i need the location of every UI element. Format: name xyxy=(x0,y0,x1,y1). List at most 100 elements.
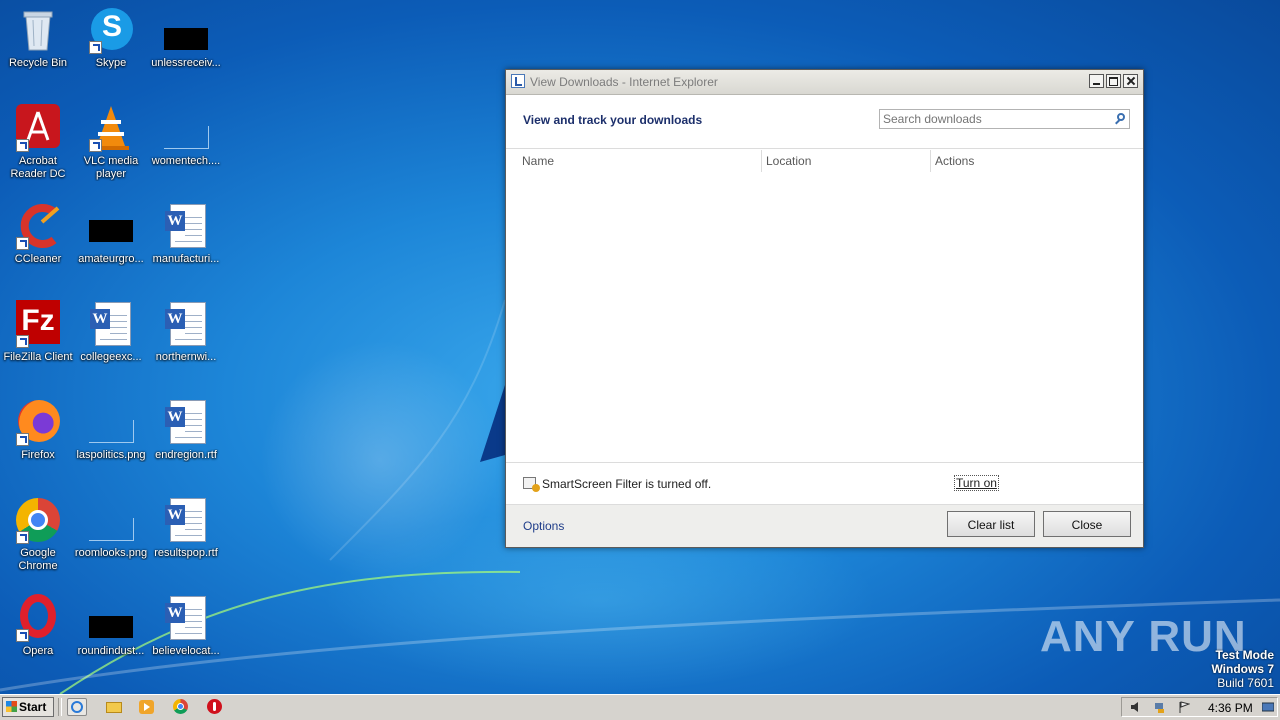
minimize-button[interactable] xyxy=(1089,74,1104,88)
desktop-icon-file[interactable]: amateurgro... xyxy=(73,202,149,266)
divider xyxy=(506,148,1143,149)
column-header-name[interactable]: Name xyxy=(522,154,554,168)
media-player-icon[interactable] xyxy=(137,698,157,716)
skype-icon: S xyxy=(87,6,135,54)
options-link[interactable]: Options xyxy=(523,519,564,533)
opera-icon[interactable] xyxy=(205,698,225,716)
black-thumbnail-icon xyxy=(162,6,210,54)
desktop-icon-file[interactable]: W believelocat... xyxy=(148,594,224,658)
desktop-icon-vlc[interactable]: VLC media player xyxy=(73,104,149,181)
desktop-icon-label: Acrobat Reader DC xyxy=(10,155,66,180)
desktop-icon-label: Recycle Bin xyxy=(8,57,68,69)
smartscreen-warning-icon xyxy=(523,477,540,492)
desktop-icon-chrome[interactable]: Google Chrome xyxy=(0,496,76,573)
word-document-icon: W xyxy=(162,202,210,250)
desktop-icon-file[interactable]: roomlooks.png xyxy=(73,496,149,560)
network-icon[interactable] xyxy=(1154,701,1166,713)
desktop-icon-recycle-bin[interactable]: Recycle Bin xyxy=(0,6,76,70)
show-desktop-icon[interactable] xyxy=(1261,701,1275,713)
chrome-icon xyxy=(14,496,62,544)
view-downloads-dialog: View Downloads - Internet Explorer View … xyxy=(505,69,1144,548)
internet-explorer-icon[interactable] xyxy=(67,698,87,716)
desktop-icon-label: FileZilla Client xyxy=(3,351,73,363)
search-input[interactable] xyxy=(883,111,1105,127)
desktop-icon-label: CCleaner xyxy=(14,253,62,265)
shortcut-arrow-icon xyxy=(16,629,29,642)
close-button[interactable]: Close xyxy=(1043,511,1131,537)
desktop-icon-skype[interactable]: S Skype xyxy=(73,6,149,70)
firefox-icon xyxy=(14,398,62,446)
search-icon[interactable] xyxy=(1117,113,1125,121)
black-thumbnail-icon xyxy=(87,202,135,250)
desktop-icon-label: Skype xyxy=(95,57,127,69)
desktop-icon-file[interactable]: womentech.... xyxy=(148,104,224,168)
column-header-actions[interactable]: Actions xyxy=(935,154,974,168)
desktop-icon-file[interactable]: roundindust... xyxy=(73,594,149,658)
build-label: Build 7601 xyxy=(1217,676,1274,690)
shortcut-arrow-icon xyxy=(16,237,29,250)
word-document-icon: W xyxy=(162,398,210,446)
shortcut-arrow-icon xyxy=(16,139,29,152)
shortcut-arrow-icon xyxy=(16,335,29,348)
desktop-icon-label: believelocat... xyxy=(152,645,220,657)
column-separator[interactable] xyxy=(761,150,762,172)
desktop-icon-file[interactable]: unlessreceiv... xyxy=(148,6,224,70)
test-mode-label: Test Mode xyxy=(1215,648,1274,662)
desktop-icon-firefox[interactable]: Firefox xyxy=(0,398,76,462)
desktop-icon-file[interactable]: W endregion.rtf xyxy=(148,398,224,462)
close-window-button[interactable] xyxy=(1123,74,1138,88)
image-thumbnail-icon xyxy=(87,398,135,446)
system-tray: 4:36 PM xyxy=(1121,697,1278,717)
column-header-location[interactable]: Location xyxy=(766,154,811,168)
search-box[interactable] xyxy=(879,109,1130,129)
word-document-icon: W xyxy=(162,594,210,642)
desktop-icon-file[interactable]: W northernwi... xyxy=(148,300,224,364)
shortcut-arrow-icon xyxy=(16,531,29,544)
word-document-icon: W xyxy=(162,496,210,544)
desktop-icon-opera[interactable]: Opera xyxy=(0,594,76,658)
turn-on-link[interactable]: Turn on xyxy=(954,475,999,491)
column-separator[interactable] xyxy=(930,150,931,172)
volume-icon[interactable] xyxy=(1130,701,1142,713)
dialog-title: View Downloads - Internet Explorer xyxy=(530,75,718,89)
word-document-icon: W xyxy=(87,300,135,348)
desktop-icon-file[interactable]: laspolitics.png xyxy=(73,398,149,462)
shortcut-arrow-icon xyxy=(16,433,29,446)
recycle-bin-icon xyxy=(14,6,62,54)
explorer-icon[interactable] xyxy=(104,698,124,716)
download-manager-icon xyxy=(511,74,525,88)
desktop-icon-label: womentech.... xyxy=(151,155,221,167)
action-center-flag-icon[interactable] xyxy=(1178,701,1191,713)
desktop-icon-label: collegeexc... xyxy=(80,351,142,363)
desktop-icon-ccleaner[interactable]: CCleaner xyxy=(0,202,76,266)
desktop-icon-label: roundindust... xyxy=(77,645,145,657)
test-mode-notice: Test Mode Windows 7 Build 7601 xyxy=(1211,648,1274,690)
word-document-icon: W xyxy=(162,300,210,348)
start-label: Start xyxy=(19,700,47,714)
ccleaner-icon xyxy=(14,202,62,250)
windows-logo-icon xyxy=(6,701,17,712)
dialog-titlebar[interactable]: View Downloads - Internet Explorer xyxy=(506,70,1143,95)
desktop-icon-acrobat[interactable]: Acrobat Reader DC xyxy=(0,104,76,181)
start-button[interactable]: Start xyxy=(2,697,54,717)
desktop-icon-label: amateurgro... xyxy=(78,253,144,265)
dialog-button-bar: Options Clear list Close xyxy=(506,504,1143,547)
desktop-icon-file[interactable]: W manufacturi... xyxy=(148,202,224,266)
image-thumbnail-icon xyxy=(162,104,210,152)
downloads-list[interactable] xyxy=(506,174,1143,460)
smartscreen-status: SmartScreen Filter is turned off. xyxy=(542,477,712,491)
clock[interactable]: 4:36 PM xyxy=(1208,701,1253,715)
desktop-icon-file[interactable]: W resultspop.rtf xyxy=(148,496,224,560)
maximize-button[interactable] xyxy=(1106,74,1121,88)
desktop-icon-filezilla[interactable]: Fz FileZilla Client xyxy=(0,300,76,364)
clear-list-button[interactable]: Clear list xyxy=(947,511,1035,537)
taskbar: Start 4:36 PM xyxy=(0,694,1280,720)
desktop-icon-label: roomlooks.png xyxy=(74,547,148,559)
desktop-icon-file[interactable]: W collegeexc... xyxy=(73,300,149,364)
desktop-icon-label: Opera xyxy=(22,645,54,657)
black-thumbnail-icon xyxy=(87,594,135,642)
chrome-icon[interactable] xyxy=(171,698,191,716)
filezilla-icon: Fz xyxy=(14,300,62,348)
desktop-icon-label: endregion.rtf xyxy=(155,449,217,461)
taskbar-separator xyxy=(58,698,62,716)
